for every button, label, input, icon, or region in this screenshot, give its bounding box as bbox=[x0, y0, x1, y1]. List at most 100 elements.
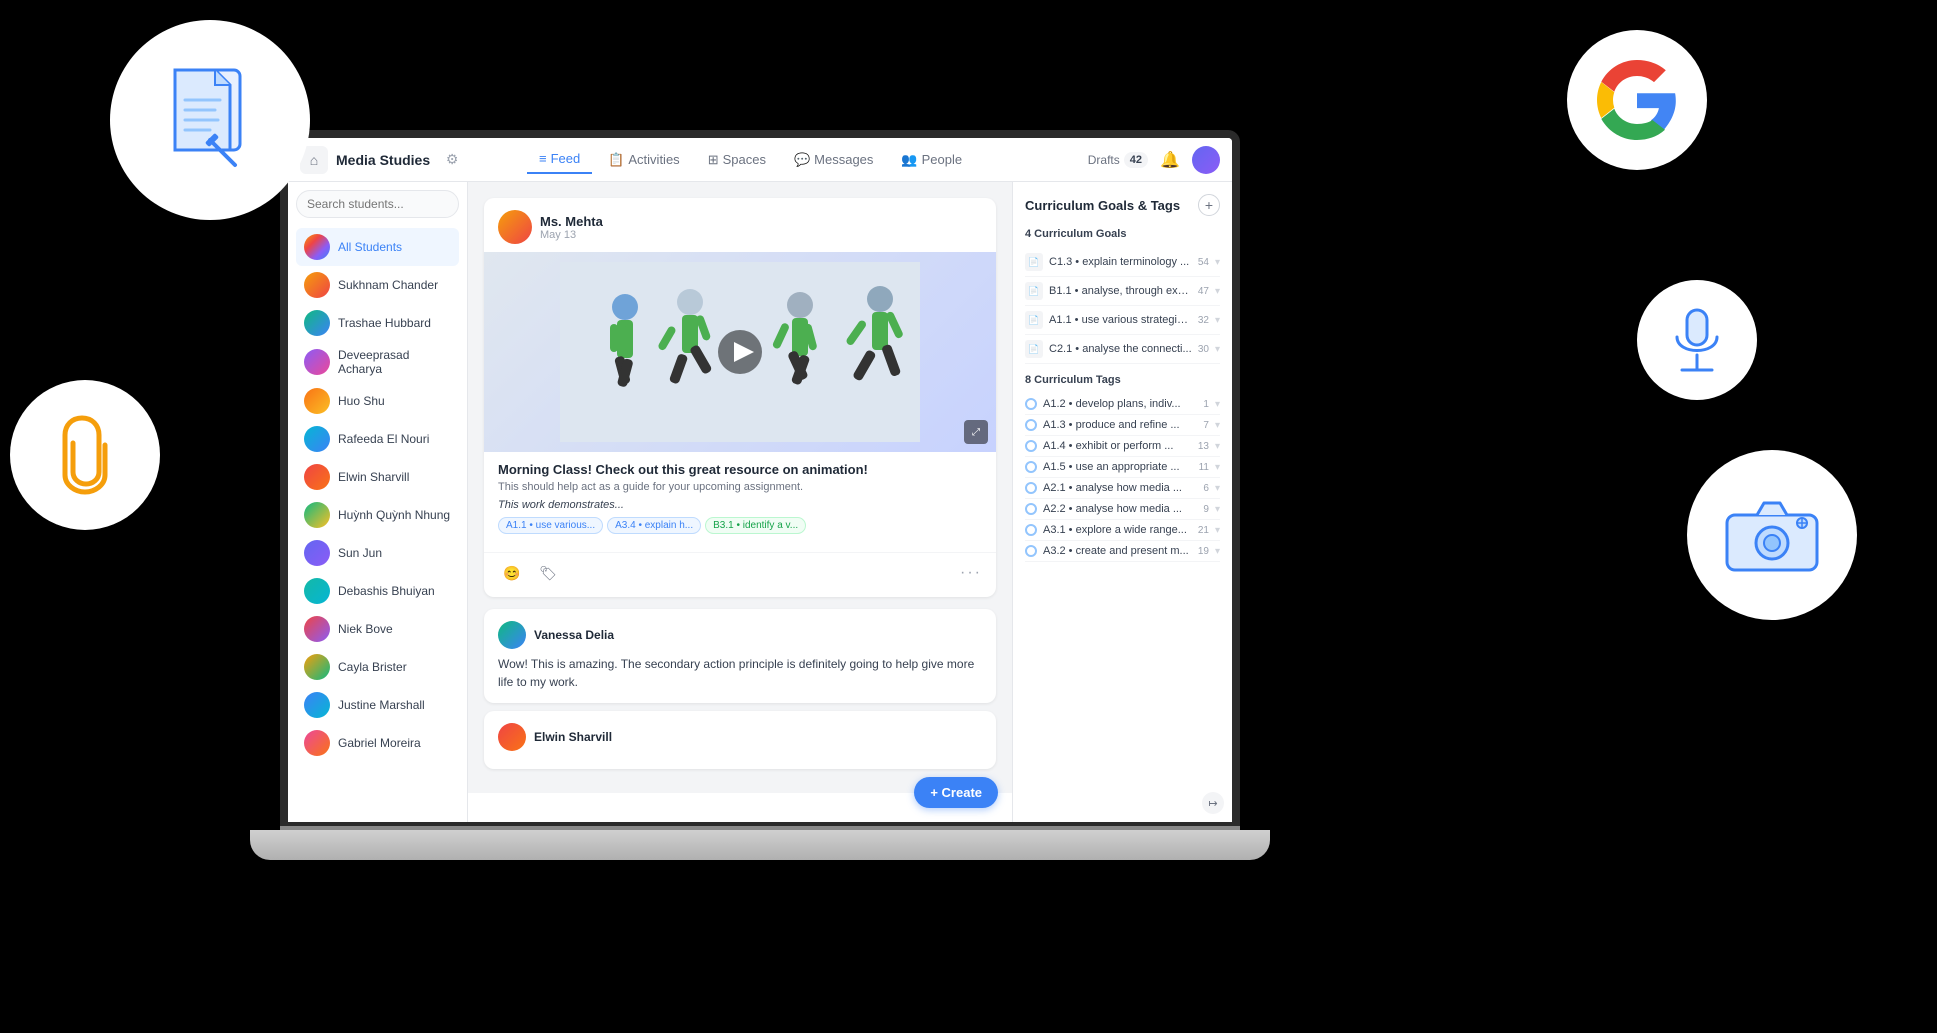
notifications-button[interactable]: 🔔 bbox=[1156, 146, 1184, 174]
avatar bbox=[304, 388, 330, 414]
people-icon: 👥 bbox=[901, 152, 917, 168]
tags-section-title: 8 Curriculum Tags bbox=[1025, 374, 1220, 386]
avatar bbox=[304, 464, 330, 490]
react-button[interactable]: 😊 bbox=[498, 559, 526, 587]
post-body: Morning Class! Check out this great reso… bbox=[484, 452, 996, 552]
all-students-item[interactable]: All Students bbox=[296, 228, 459, 266]
tag-count: 11 bbox=[1199, 462, 1209, 473]
post-author-avatar bbox=[498, 210, 532, 244]
curriculum-tag-item[interactable]: A1.4 • exhibit or perform ... 13 ▾ bbox=[1025, 436, 1220, 457]
nav-right: Drafts 42 🔔 bbox=[1088, 146, 1220, 174]
goal-icon: 📄 bbox=[1025, 253, 1043, 271]
list-item[interactable]: Huo Shu bbox=[296, 382, 459, 420]
goal-count: 47 bbox=[1198, 286, 1209, 297]
chevron-down-icon: ▾ bbox=[1215, 286, 1220, 297]
tab-activities[interactable]: 📋 Activities bbox=[596, 146, 691, 174]
list-item[interactable]: Niek Bove bbox=[296, 610, 459, 648]
tab-people[interactable]: 👥 People bbox=[889, 146, 974, 174]
sidebar: All Students Sukhnam Chander Trashae Hub… bbox=[288, 182, 468, 822]
list-item[interactable]: Huỳnh Quỳnh Nhung bbox=[296, 496, 459, 534]
laptop-base bbox=[250, 830, 1270, 860]
commenter2-name: Elwin Sharvill bbox=[534, 730, 612, 744]
tag[interactable]: B3.1 • identify a v... bbox=[705, 517, 806, 534]
user-avatar[interactable] bbox=[1192, 146, 1220, 174]
list-item[interactable]: Deveeprasad Acharya bbox=[296, 342, 459, 382]
list-item[interactable]: Cayla Brister bbox=[296, 648, 459, 686]
more-options-button[interactable]: ··· bbox=[960, 564, 982, 582]
curriculum-tag-item[interactable]: A1.3 • produce and refine ... 7 ▾ bbox=[1025, 415, 1220, 436]
fullscreen-button[interactable]: ⤢ bbox=[964, 420, 988, 444]
messages-icon: 💬 bbox=[794, 152, 810, 168]
feed-container: Ms. Mehta May 13 bbox=[468, 182, 1012, 822]
curriculum-tag-item[interactable]: A1.2 • develop plans, indiv... 1 ▾ bbox=[1025, 394, 1220, 415]
tab-feed[interactable]: ≡ Feed bbox=[527, 145, 592, 174]
curriculum-tag-item[interactable]: A2.2 • analyse how media ... 9 ▾ bbox=[1025, 499, 1220, 520]
list-item[interactable]: Trashae Hubbard bbox=[296, 304, 459, 342]
collapse-panel-button[interactable]: ↦ bbox=[1202, 792, 1224, 814]
tag-text: A2.2 • analyse how media ... bbox=[1043, 503, 1197, 515]
tag-text: A1.3 • produce and refine ... bbox=[1043, 419, 1197, 431]
chevron-down-icon: ▾ bbox=[1215, 344, 1220, 355]
goal-count: 54 bbox=[1198, 257, 1209, 268]
google-icon-circle bbox=[1567, 30, 1707, 170]
list-item[interactable]: Debashis Bhuiyan bbox=[296, 572, 459, 610]
create-button[interactable]: + Create bbox=[914, 777, 998, 808]
tag[interactable]: A1.1 • use various... bbox=[498, 517, 603, 534]
tag-count: 6 bbox=[1203, 483, 1209, 494]
goal-count: 30 bbox=[1198, 344, 1209, 355]
tab-spaces[interactable]: ⊞ Spaces bbox=[696, 146, 778, 174]
list-item[interactable]: Elwin Sharvill bbox=[296, 458, 459, 496]
avatar bbox=[304, 426, 330, 452]
tag-dot-icon bbox=[1025, 398, 1037, 410]
goal-icon: 📄 bbox=[1025, 282, 1043, 300]
feed: Ms. Mehta May 13 bbox=[468, 182, 1012, 793]
comment2-header: Elwin Sharvill bbox=[498, 723, 982, 751]
avatar bbox=[304, 502, 330, 528]
list-item[interactable]: Sukhnam Chander bbox=[296, 266, 459, 304]
curriculum-goal-item[interactable]: 📄 B1.1 • analyse, through exa... 47 ▾ bbox=[1025, 277, 1220, 306]
curriculum-tag-item[interactable]: A1.5 • use an appropriate ... 11 ▾ bbox=[1025, 457, 1220, 478]
class-name: Media Studies bbox=[336, 152, 430, 168]
post-subtitle: This should help act as a guide for your… bbox=[498, 481, 982, 493]
tag-count: 9 bbox=[1203, 504, 1209, 515]
panel-header: Curriculum Goals & Tags + bbox=[1025, 194, 1220, 216]
goal-text: A1.1 • use various strategie... bbox=[1049, 314, 1192, 326]
settings-button[interactable]: ⚙ bbox=[438, 146, 466, 174]
tag-count: 13 bbox=[1198, 441, 1209, 452]
tag-button[interactable]: 🏷 bbox=[534, 559, 562, 587]
goal-text: C1.3 • explain terminology ... bbox=[1049, 256, 1192, 268]
nav-tabs: ≡ Feed 📋 Activities ⊞ Spaces 💬 Messages bbox=[527, 145, 974, 174]
curriculum-tag-item[interactable]: A3.1 • explore a wide range... 21 ▾ bbox=[1025, 520, 1220, 541]
tag-text: A1.2 • develop plans, indiv... bbox=[1043, 398, 1197, 410]
curriculum-goal-item[interactable]: 📄 C1.3 • explain terminology ... 54 ▾ bbox=[1025, 248, 1220, 277]
laptop: ⌂ Media Studies ⚙ ≡ Feed 📋 Activities ⊞ … bbox=[280, 130, 1270, 910]
curriculum-goal-item[interactable]: 📄 C2.1 • analyse the connecti... 30 ▾ bbox=[1025, 335, 1220, 364]
chevron-down-icon: ▾ bbox=[1215, 315, 1220, 326]
activities-icon: 📋 bbox=[608, 152, 624, 168]
avatar bbox=[304, 310, 330, 336]
post-actions: 😊 🏷 ··· bbox=[484, 552, 996, 597]
avatar bbox=[304, 616, 330, 642]
list-item[interactable]: Justine Marshall bbox=[296, 686, 459, 724]
tag[interactable]: A3.4 • explain h... bbox=[607, 517, 701, 534]
tag-text: A1.5 • use an appropriate ... bbox=[1043, 461, 1193, 473]
curriculum-goal-item[interactable]: 📄 A1.1 • use various strategie... 32 ▾ bbox=[1025, 306, 1220, 335]
tag-dot-icon bbox=[1025, 545, 1037, 557]
curriculum-tag-item[interactable]: A3.2 • create and present m... 19 ▾ bbox=[1025, 541, 1220, 562]
search-input[interactable] bbox=[296, 190, 459, 218]
app-container: ⌂ Media Studies ⚙ ≡ Feed 📋 Activities ⊞ … bbox=[288, 138, 1232, 822]
curriculum-tag-item[interactable]: A2.1 • analyse how media ... 6 ▾ bbox=[1025, 478, 1220, 499]
tab-messages[interactable]: 💬 Messages bbox=[782, 146, 885, 174]
drafts-badge[interactable]: Drafts 42 bbox=[1088, 152, 1148, 168]
all-students-avatar bbox=[304, 234, 330, 260]
tag-dot-icon bbox=[1025, 461, 1037, 473]
list-item[interactable]: Sun Jun bbox=[296, 534, 459, 572]
animation-preview bbox=[560, 262, 920, 442]
add-curriculum-button[interactable]: + bbox=[1198, 194, 1220, 216]
chevron-down-icon: ▾ bbox=[1215, 462, 1220, 473]
list-item[interactable]: Rafeeda El Nouri bbox=[296, 420, 459, 458]
list-item[interactable]: Gabriel Moreira bbox=[296, 724, 459, 762]
chevron-down-icon: ▾ bbox=[1215, 420, 1220, 431]
commenter2-avatar bbox=[498, 723, 526, 751]
avatar bbox=[304, 730, 330, 756]
